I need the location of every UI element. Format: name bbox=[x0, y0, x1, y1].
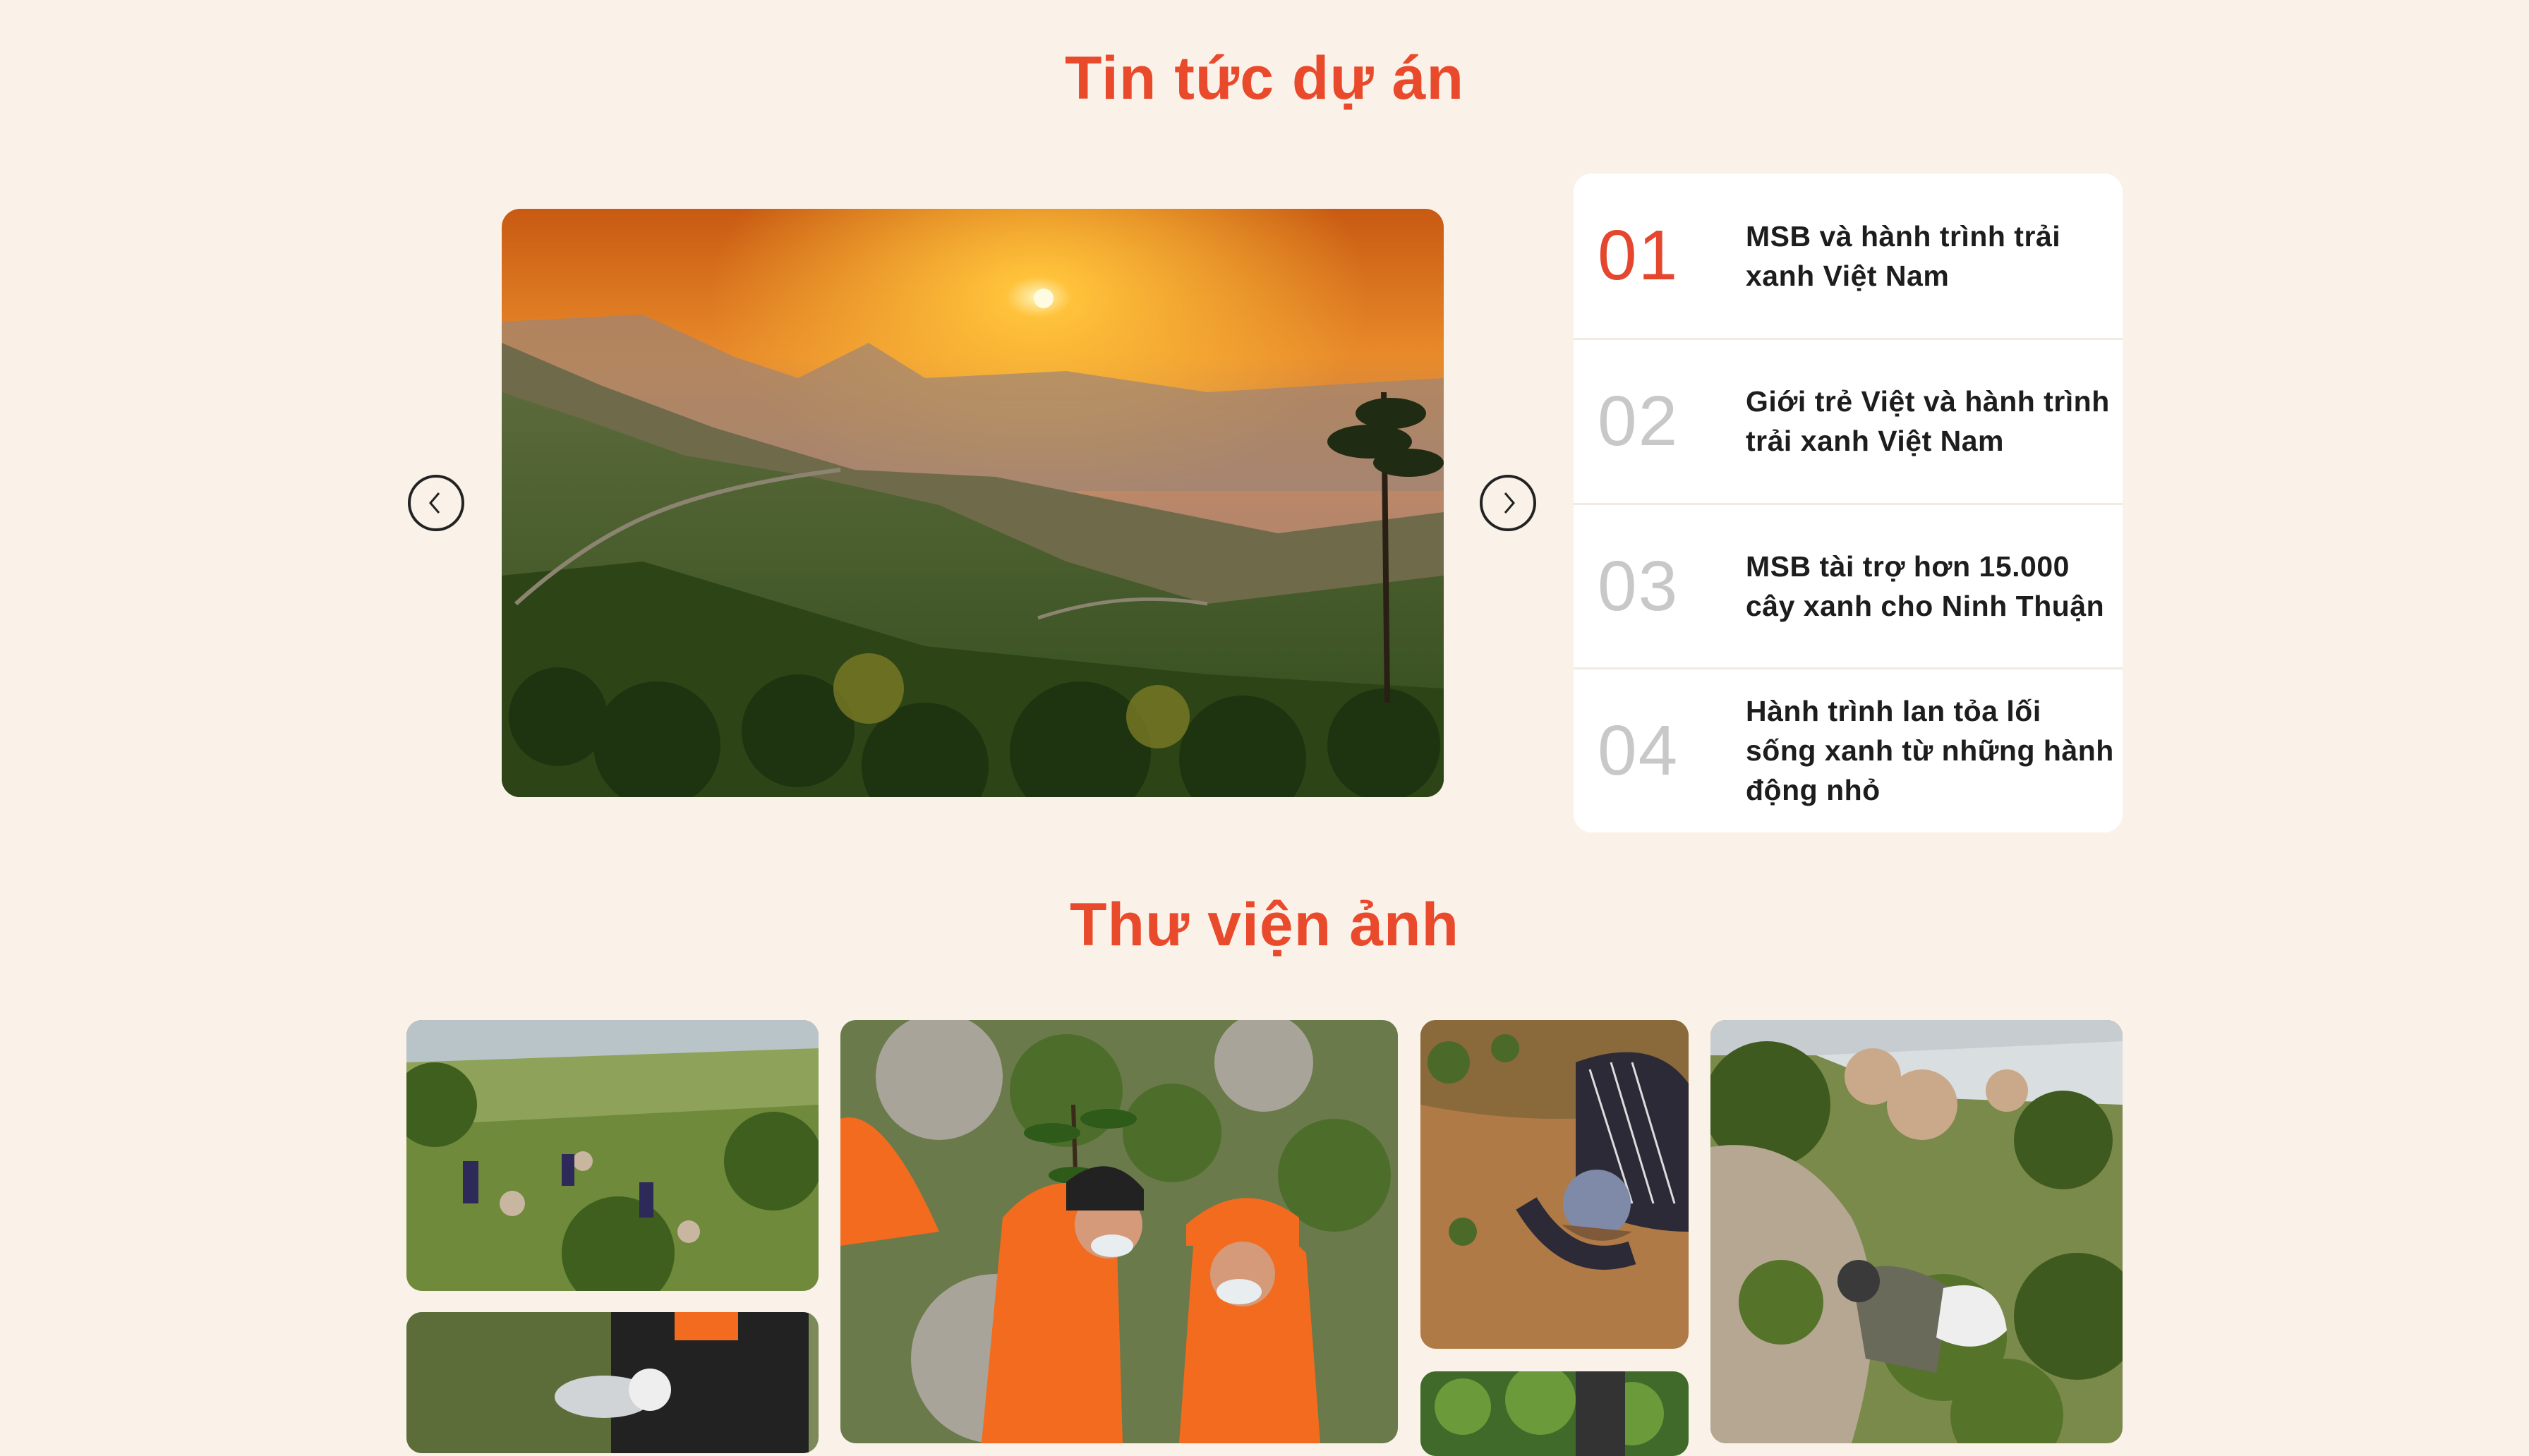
gallery-photo-bucket[interactable] bbox=[406, 1312, 819, 1453]
chevron-right-icon bbox=[1504, 492, 1515, 514]
slider-image[interactable] bbox=[502, 209, 1444, 797]
news-number: 03 bbox=[1598, 546, 1679, 626]
volunteer-rocky-hill-image bbox=[1710, 1020, 2123, 1443]
green-shrubs-image bbox=[1420, 1371, 1689, 1456]
gallery-photo-sapling[interactable] bbox=[840, 1020, 1398, 1443]
news-item-2[interactable]: 02 Giới trẻ Việt và hành trình trải xanh… bbox=[1574, 338, 2123, 502]
news-number: 02 bbox=[1598, 381, 1679, 461]
sunset-mountain-image bbox=[502, 209, 1444, 797]
news-section-title: Tin tức dự án bbox=[1065, 44, 1464, 112]
news-list: 01 MSB và hành trình trải xanh Việt Nam … bbox=[1574, 174, 2123, 832]
watering-bucket-image bbox=[406, 1312, 819, 1453]
gallery-photo-hillside[interactable] bbox=[406, 1020, 819, 1291]
news-title: MSB tài trợ hơn 15.000 cây xanh cho Ninh… bbox=[1746, 550, 2105, 622]
news-title: Hành trình lan tỏa lối sống xanh từ nhữn… bbox=[1746, 695, 2114, 806]
news-item-1[interactable]: 01 MSB và hành trình trải xanh Việt Nam bbox=[1574, 174, 2123, 338]
slider-prev-button[interactable] bbox=[408, 475, 464, 531]
news-number: 04 bbox=[1598, 710, 1679, 790]
chevron-left-icon bbox=[429, 492, 440, 514]
person-digging-soil-image bbox=[1420, 1020, 1689, 1349]
news-title: Giới trẻ Việt và hành trình trải xanh Vi… bbox=[1746, 385, 2110, 457]
volunteers-hillside-image bbox=[406, 1020, 819, 1291]
gallery-section-title: Thư viện ảnh bbox=[1069, 891, 1460, 959]
volunteers-planting-sapling-image bbox=[840, 1020, 1398, 1443]
slider-next-button[interactable] bbox=[1480, 475, 1536, 531]
news-item-3[interactable]: 03 MSB tài trợ hơn 15.000 cây xanh cho N… bbox=[1574, 503, 2123, 667]
news-title: MSB và hành trình trải xanh Việt Nam bbox=[1746, 219, 2061, 292]
news-number: 01 bbox=[1598, 216, 1679, 295]
gallery-photo-rocky-hill[interactable] bbox=[1710, 1020, 2123, 1443]
gallery-photo-shrubs[interactable] bbox=[1420, 1371, 1689, 1456]
gallery-photo-digging[interactable] bbox=[1420, 1020, 1689, 1349]
news-item-4[interactable]: 04 Hành trình lan tỏa lối sống xanh từ n… bbox=[1574, 667, 2123, 832]
